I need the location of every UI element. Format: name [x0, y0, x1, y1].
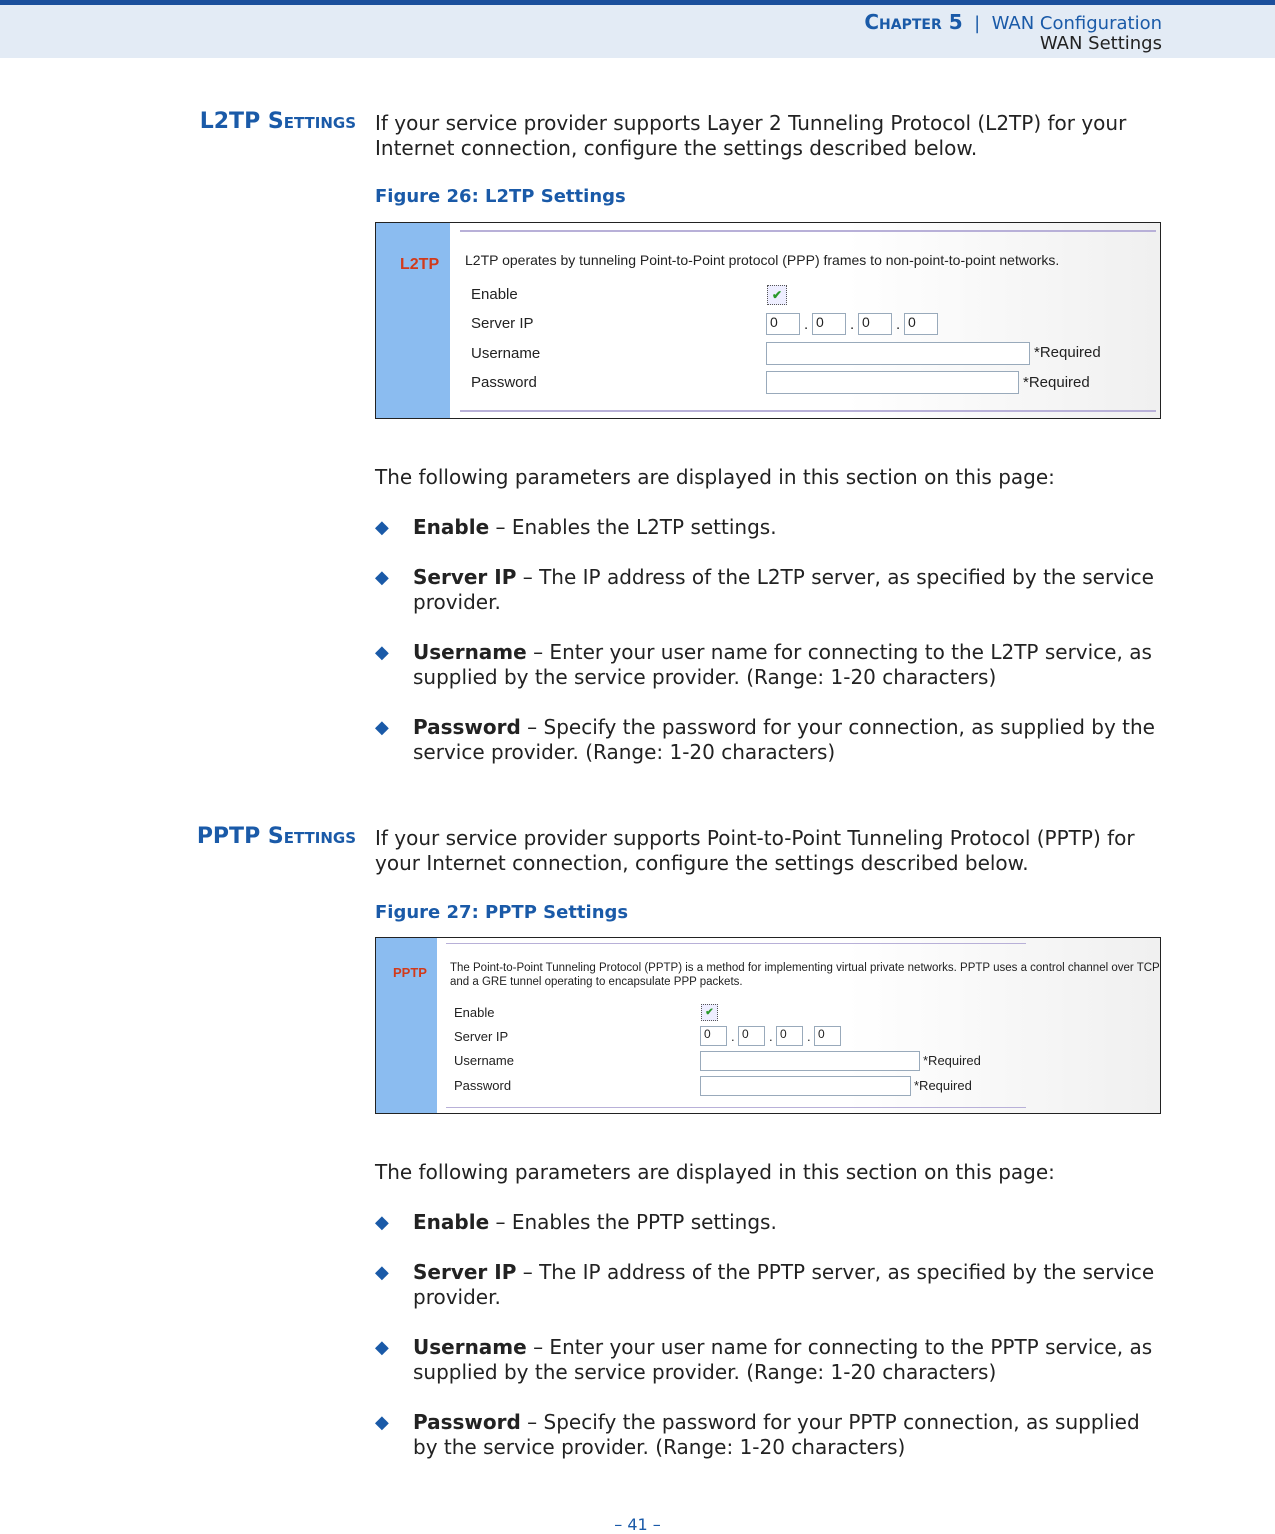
pptp-params-intro: The following parameters are displayed i… — [375, 1160, 1055, 1184]
username-required: *Required — [1034, 344, 1101, 361]
l2tp-description: L2TP operates by tunneling Point-to-Poin… — [465, 252, 1060, 268]
ip-dot: . — [850, 316, 855, 333]
param-term: Username — [413, 1335, 527, 1359]
pptp-tag: PPTP — [393, 965, 427, 980]
l2tp-tag: L2TP — [400, 256, 440, 273]
diamond-bullet-icon: ◆ — [375, 567, 389, 588]
param-desc: – Specify the password for your PPTP con… — [413, 1410, 1140, 1459]
l2tp-intro: If your service provider supports Layer … — [375, 111, 1127, 160]
pptp-description: The Point-to-Point Tunneling Protocol (P… — [450, 962, 1160, 988]
l2tp-param-enable: ◆ Enable – Enables the L2TP settings. — [375, 515, 1165, 540]
sidebar — [376, 223, 450, 418]
param-term: Password — [413, 715, 521, 739]
l2tp-screenshot: L2TP L2TP operates by tunneling Point-to… — [375, 222, 1161, 419]
pptp-heading: PPTP Settings — [196, 824, 356, 849]
param-term: Server IP — [413, 565, 517, 589]
pptp-param-username: ◆ Username – Enter your user name for con… — [375, 1335, 1165, 1385]
figure-27-caption: Figure 27: PPTP Settings — [375, 902, 629, 923]
pptp-screenshot: PPTP The Point-to-Point Tunneling Protoc… — [375, 937, 1161, 1114]
ip-dot: . — [804, 316, 809, 333]
l2tp-params-intro: The following parameters are displayed i… — [375, 465, 1055, 489]
diamond-bullet-icon: ◆ — [375, 1412, 389, 1433]
section-title: WAN Settings — [1039, 33, 1162, 54]
figure-26-caption: Figure 26: L2TP Settings — [375, 186, 626, 207]
divider — [460, 230, 1156, 232]
ip-dot: . — [896, 316, 901, 333]
diamond-bullet-icon: ◆ — [375, 1212, 389, 1233]
diamond-bullet-icon: ◆ — [375, 642, 389, 663]
separator: | — [974, 13, 981, 34]
diamond-bullet-icon: ◆ — [375, 517, 389, 538]
server-ip-octet-2[interactable]: 0 — [812, 313, 846, 335]
password-required: *Required — [914, 1078, 972, 1093]
password-label: Password — [471, 374, 537, 391]
pptp-param-server-ip: ◆ Server IP – The IP address of the PPTP … — [375, 1260, 1165, 1310]
server-ip-label: Server IP — [454, 1029, 509, 1044]
username-input[interactable] — [766, 342, 1030, 365]
ip-dot: . — [769, 1029, 773, 1044]
server-ip-octet-3[interactable]: 0 — [776, 1026, 803, 1046]
username-required: *Required — [923, 1053, 981, 1068]
chapter-label: Chapter 5 — [864, 10, 963, 34]
l2tp-param-server-ip: ◆ Server IP – The IP address of the L2TP … — [375, 565, 1165, 615]
l2tp-param-password: ◆ Password – Specify the password for you… — [375, 715, 1165, 765]
password-required: *Required — [1023, 374, 1090, 391]
server-ip-label: Server IP — [471, 315, 534, 332]
enable-checkbox[interactable]: ✔ — [767, 285, 787, 305]
ip-dot: . — [807, 1029, 811, 1044]
diamond-bullet-icon: ◆ — [375, 1337, 389, 1358]
param-term: Enable — [413, 515, 490, 539]
server-ip-octet-2[interactable]: 0 — [738, 1026, 765, 1046]
param-desc: – The IP address of the PPTP server, as … — [413, 1260, 1155, 1309]
page-number: – 41 – — [614, 1515, 661, 1534]
username-label: Username — [454, 1053, 514, 1068]
diamond-bullet-icon: ◆ — [375, 1262, 389, 1283]
password-input[interactable] — [700, 1076, 911, 1096]
chapter-line: Chapter 5 | WAN Configuration — [864, 10, 1162, 34]
server-ip-octet-4[interactable]: 0 — [814, 1026, 841, 1046]
ip-dot: . — [731, 1029, 735, 1044]
server-ip-octet-1[interactable]: 0 — [766, 313, 800, 335]
server-ip-octet-3[interactable]: 0 — [858, 313, 892, 335]
username-input[interactable] — [700, 1051, 920, 1071]
param-term: Password — [413, 1410, 521, 1434]
param-desc: – The IP address of the L2TP server, as … — [413, 565, 1154, 614]
param-desc: – Enables the PPTP settings. — [489, 1210, 777, 1234]
divider — [446, 943, 1026, 944]
pptp-intro: If your service provider supports Point-… — [375, 826, 1135, 875]
param-term: Enable — [413, 1210, 490, 1234]
divider — [460, 410, 1156, 412]
pptp-param-password: ◆ Password – Specify the password for you… — [375, 1410, 1165, 1460]
enable-label: Enable — [454, 1005, 495, 1020]
pptp-param-enable: ◆ Enable – Enables the PPTP settings. — [375, 1210, 1165, 1235]
diamond-bullet-icon: ◆ — [375, 717, 389, 738]
enable-label: Enable — [471, 286, 518, 303]
l2tp-heading: L2TP Settings — [199, 109, 356, 134]
server-ip-octet-1[interactable]: 0 — [700, 1026, 727, 1046]
param-desc: – Specify the password for your connecti… — [413, 715, 1155, 764]
divider — [446, 1107, 1026, 1108]
param-desc: – Enables the L2TP settings. — [489, 515, 777, 539]
param-term: Server IP — [413, 1260, 517, 1284]
chapter-title: WAN Configuration — [991, 13, 1162, 34]
l2tp-param-username: ◆ Username – Enter your user name for con… — [375, 640, 1165, 690]
enable-checkbox[interactable]: ✔ — [701, 1004, 718, 1021]
page-header: Chapter 5 | WAN Configuration WAN Settin… — [0, 0, 1275, 58]
password-input[interactable] — [766, 371, 1019, 394]
username-label: Username — [471, 345, 541, 362]
server-ip-octet-4[interactable]: 0 — [904, 313, 938, 335]
param-term: Username — [413, 640, 527, 664]
password-label: Password — [454, 1078, 512, 1093]
